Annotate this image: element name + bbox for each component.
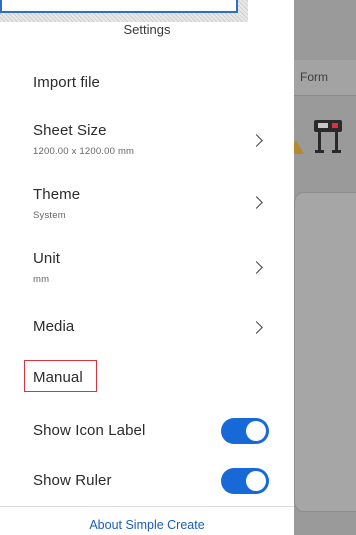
media-label: Media [33,318,75,335]
unit-label: Unit [33,250,61,267]
content-card [294,192,356,512]
theme-value: System [33,210,66,221]
unit-item[interactable]: Unit mm [0,240,294,296]
sheet-size-item[interactable]: Sheet Size 1200.00 x 1200.00 mm [0,110,294,166]
chevron-right-icon [250,134,263,147]
plotter-icon [314,120,342,153]
theme-item[interactable]: Theme System [0,176,294,232]
sheet-size-label: Sheet Size [33,122,107,139]
show-icon-label-toggle[interactable] [221,418,269,444]
settings-panel: Settings Import file Sheet Size 1200.00 … [0,0,294,535]
chevron-right-icon [250,196,263,209]
show-ruler-toggle[interactable] [221,468,269,494]
theme-label: Theme [33,186,81,203]
sheet-size-value: 1200.00 x 1200.00 mm [33,146,135,157]
show-ruler-label: Show Ruler [33,472,112,489]
selection-overlay [0,0,248,22]
toggle-knob [246,421,266,441]
show-icon-label-item: Show Icon Label [0,412,294,452]
form-tab[interactable]: Form [294,60,356,96]
import-file-item[interactable]: Import file [0,60,294,104]
settings-title: Settings [123,22,171,37]
import-file-label: Import file [33,74,100,91]
show-ruler-item: Show Ruler [0,462,294,502]
manual-label: Manual [33,369,83,386]
show-icon-label-label: Show Icon Label [33,422,146,439]
unit-value: mm [33,274,50,285]
about-link[interactable]: About Simple Create [0,518,294,532]
selection-frame [0,0,238,13]
manual-item[interactable]: Manual [0,360,294,394]
media-item[interactable]: Media [0,306,294,350]
toggle-knob [246,471,266,491]
divider [0,506,294,507]
form-tab-label: Form [300,70,328,84]
chevron-right-icon [250,261,263,274]
chevron-right-icon [250,321,263,334]
